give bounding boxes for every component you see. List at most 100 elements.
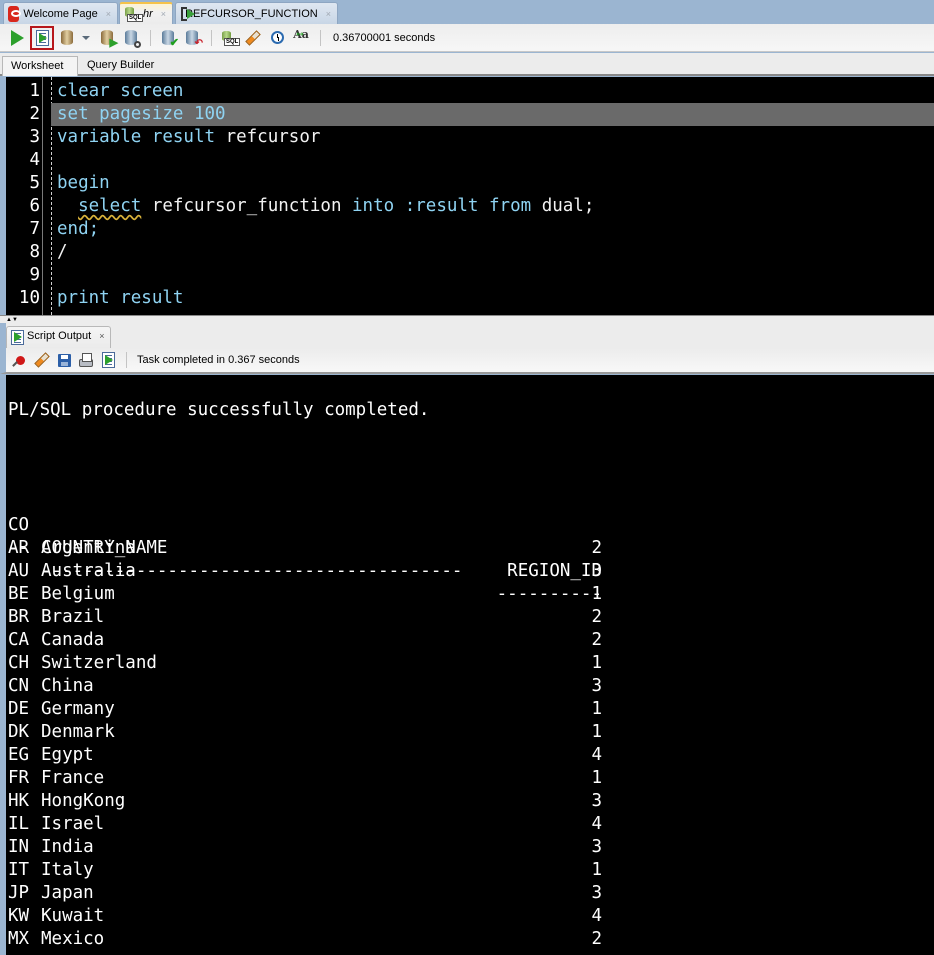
region-id: 3 xyxy=(591,561,602,581)
country-name: France xyxy=(41,768,105,788)
autotrace-icon xyxy=(61,30,73,45)
tab-welcome-page[interactable]: Welcome Page × xyxy=(3,2,118,24)
run-statement-button[interactable] xyxy=(6,27,28,49)
code-text: end; xyxy=(57,218,99,241)
toolbar-separator xyxy=(150,29,151,46)
function-icon xyxy=(180,6,195,22)
keyword-token: into xyxy=(352,196,395,216)
keyword-token: set pagesize 100 xyxy=(57,104,226,124)
commit-icon: ✔ xyxy=(162,30,179,49)
clear-button[interactable] xyxy=(242,27,264,49)
line-number: 4 xyxy=(29,150,40,170)
print-output-button[interactable] xyxy=(76,349,96,371)
sql-history-button[interactable] xyxy=(266,27,288,49)
code-line[interactable]: 3 variable result refcursor xyxy=(6,126,934,149)
code-line[interactable]: 5 begin xyxy=(6,172,934,195)
country-name: Germany xyxy=(41,699,115,719)
country-name: Canada xyxy=(41,630,105,650)
to-upper-lower-button[interactable]: Aa ↔ xyxy=(290,27,312,49)
code-text: begin xyxy=(57,172,110,195)
run-script-button[interactable] xyxy=(30,25,54,50)
explain-plan-button[interactable]: ▶ xyxy=(96,27,118,49)
keyword-token: clear screen xyxy=(57,81,184,101)
commit-button[interactable]: ✔ xyxy=(157,27,179,49)
close-tab-icon[interactable]: × xyxy=(161,9,166,19)
region-id: 3 xyxy=(591,676,602,696)
tab-script-output[interactable]: Script Output × xyxy=(6,326,112,348)
clear-output-button[interactable] xyxy=(32,349,52,371)
code-line[interactable]: 8/ xyxy=(6,241,934,264)
country-name: India xyxy=(41,837,94,857)
save-output-button[interactable] xyxy=(54,349,74,371)
output-toolbar: Task completed in 0.367 seconds xyxy=(0,348,934,374)
identifier-token: refcursor_function xyxy=(141,196,353,216)
close-tab-icon[interactable]: × xyxy=(326,9,331,19)
region-id: 4 xyxy=(591,745,602,765)
keyword-token: from xyxy=(489,196,532,216)
run-script-output-button[interactable] xyxy=(98,349,118,371)
tab-worksheet[interactable]: Worksheet xyxy=(2,56,78,76)
code-text: / xyxy=(57,241,68,264)
script-output-area[interactable]: PL/SQL procedure successfully completed.… xyxy=(0,375,934,955)
code-line[interactable]: 1 clear screen xyxy=(6,80,934,103)
panel-splitter[interactable]: ▲▼ xyxy=(0,315,934,323)
identifier-token: dual; xyxy=(531,196,595,216)
line-number: 10 xyxy=(18,288,40,308)
result-header-underline: -- -------------------------------------… xyxy=(8,514,608,604)
script-output-icon xyxy=(11,330,24,345)
tab-label: hr xyxy=(142,8,153,20)
document-tab-bar: Welcome Page × SQL hr × REFCURSOR_FUNCTI… xyxy=(0,0,934,24)
code-line[interactable]: 10 print result xyxy=(6,287,934,310)
result-header-row: CO COUNTRY_NAME REGION_ID xyxy=(8,491,608,581)
region-id: 1 xyxy=(591,768,602,788)
autotrace-dropdown-icon[interactable] xyxy=(82,35,90,40)
country-name: Switzerland xyxy=(41,653,157,673)
region-id: 4 xyxy=(591,814,602,834)
result-row: BR Brazil 2 xyxy=(8,606,608,629)
line-number: 6 xyxy=(29,196,40,216)
tab-label: Script Output xyxy=(27,330,92,342)
oracle-logo-icon xyxy=(8,5,22,22)
country-code: CA xyxy=(8,630,30,650)
country-name: Belgium xyxy=(41,584,115,604)
code-line[interactable]: 2 set pagesize 100 xyxy=(6,103,934,126)
region-id: 1 xyxy=(591,722,602,742)
play-icon xyxy=(10,29,24,46)
result-row: KW Kuwait 4 xyxy=(8,905,608,928)
tab-query-builder[interactable]: Query Builder xyxy=(79,56,169,76)
country-code: IL xyxy=(8,814,30,834)
country-name: Brazil xyxy=(41,607,105,627)
tab-label: REFCURSOR_FUNCTION xyxy=(185,7,318,20)
freeze-view-button[interactable] xyxy=(10,349,30,371)
case-icon: Aa ↔ xyxy=(293,28,309,41)
result-row: CH Switzerland 1 xyxy=(8,652,608,675)
country-code: KW xyxy=(8,906,30,926)
region-id: 4 xyxy=(591,906,602,926)
pin-icon xyxy=(15,355,25,365)
tab-refcursor-function[interactable]: REFCURSOR_FUNCTION × xyxy=(175,2,338,24)
country-code: AR xyxy=(8,538,30,558)
unshared-sql-worksheet-button[interactable]: SQL xyxy=(218,27,241,49)
country-name: Argentina xyxy=(41,538,136,558)
code-text: print result xyxy=(57,287,183,310)
rollback-button[interactable]: ↶ xyxy=(181,27,203,49)
tab-hr-worksheet[interactable]: SQL hr × xyxy=(119,2,173,24)
country-name: Australia xyxy=(41,561,136,581)
country-name: Kuwait xyxy=(41,906,105,926)
keyword-token: begin xyxy=(57,173,110,193)
result-row: DK Denmark 1 xyxy=(8,721,608,744)
code-line[interactable]: 9 xyxy=(6,264,934,287)
code-text: set pagesize 100 xyxy=(57,103,226,126)
code-line[interactable]: 4 xyxy=(6,149,934,172)
country-code: HK xyxy=(8,791,30,811)
eraser-icon xyxy=(245,29,261,46)
close-tab-icon[interactable]: × xyxy=(99,331,104,341)
code-line[interactable]: 6 select refcursor_function into :result… xyxy=(6,195,934,218)
sql-tuning-advisor-button[interactable] xyxy=(120,27,142,49)
close-tab-icon[interactable]: × xyxy=(106,9,111,19)
autotrace-button[interactable] xyxy=(56,27,78,49)
task-status: Task completed in 0.367 seconds xyxy=(137,354,300,366)
code-line[interactable]: 7 end; xyxy=(6,218,934,241)
country-code: BR xyxy=(8,607,30,627)
sql-editor[interactable]: 1 clear screen 2 set pagesize 100 3 variable … xyxy=(0,77,934,315)
